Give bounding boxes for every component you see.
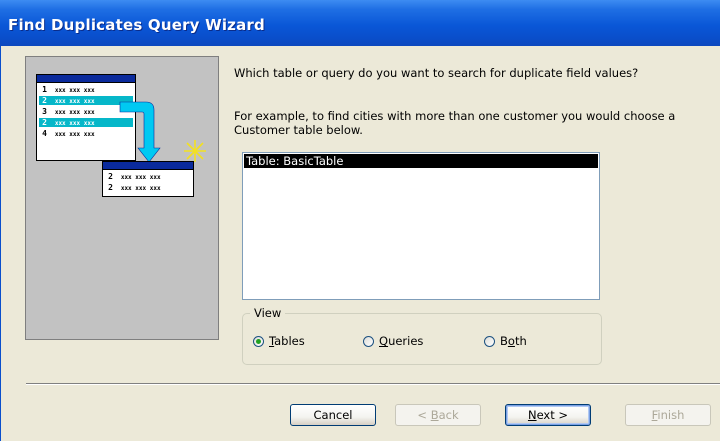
radio-both[interactable]: Both: [484, 334, 527, 348]
example-text: For example, to find cities with more th…: [234, 109, 676, 137]
list-item[interactable]: Table: BasicTable: [243, 153, 599, 169]
back-button[interactable]: < Back: [395, 404, 481, 426]
sparkle-icon: [184, 140, 206, 162]
illustration-row: 2 xxx xxx xxx: [108, 172, 161, 181]
prompt-text: Which table or query do you want to sear…: [234, 66, 639, 80]
title-bar[interactable]: Find Duplicates Query Wizard: [0, 0, 720, 46]
radio-queries[interactable]: Queries: [363, 334, 423, 348]
window-title: Find Duplicates Query Wizard: [8, 16, 265, 34]
table-header: [37, 75, 135, 83]
table-listbox[interactable]: Table: BasicTable: [242, 152, 600, 300]
radio-tables[interactable]: Tables: [253, 334, 305, 348]
radio-both-label: Both: [500, 334, 527, 348]
illustration-row: 2 xxx xxx xxx: [108, 183, 161, 192]
radio-unchecked-icon[interactable]: [484, 335, 495, 347]
radio-checked-icon[interactable]: [253, 335, 264, 347]
result-table-illustration: 2 xxx xxx xxx 2 xxx xxx xxx: [102, 161, 194, 197]
next-button[interactable]: Next >: [505, 404, 591, 426]
duplicate-arrow-icon: [119, 101, 161, 163]
wizard-illustration: 1 xxx xxx xxx 2 xxx xxx xxx 3 xxx xxx xx…: [25, 56, 219, 340]
finish-button[interactable]: Finish: [625, 404, 711, 426]
view-group-label: View: [250, 306, 286, 320]
radio-tables-label: Tables: [269, 334, 305, 348]
button-separator: [26, 383, 720, 385]
radio-unchecked-icon[interactable]: [363, 335, 374, 347]
radio-queries-label: Queries: [379, 334, 424, 348]
table-header: [103, 162, 193, 170]
cancel-button[interactable]: Cancel: [290, 404, 376, 426]
